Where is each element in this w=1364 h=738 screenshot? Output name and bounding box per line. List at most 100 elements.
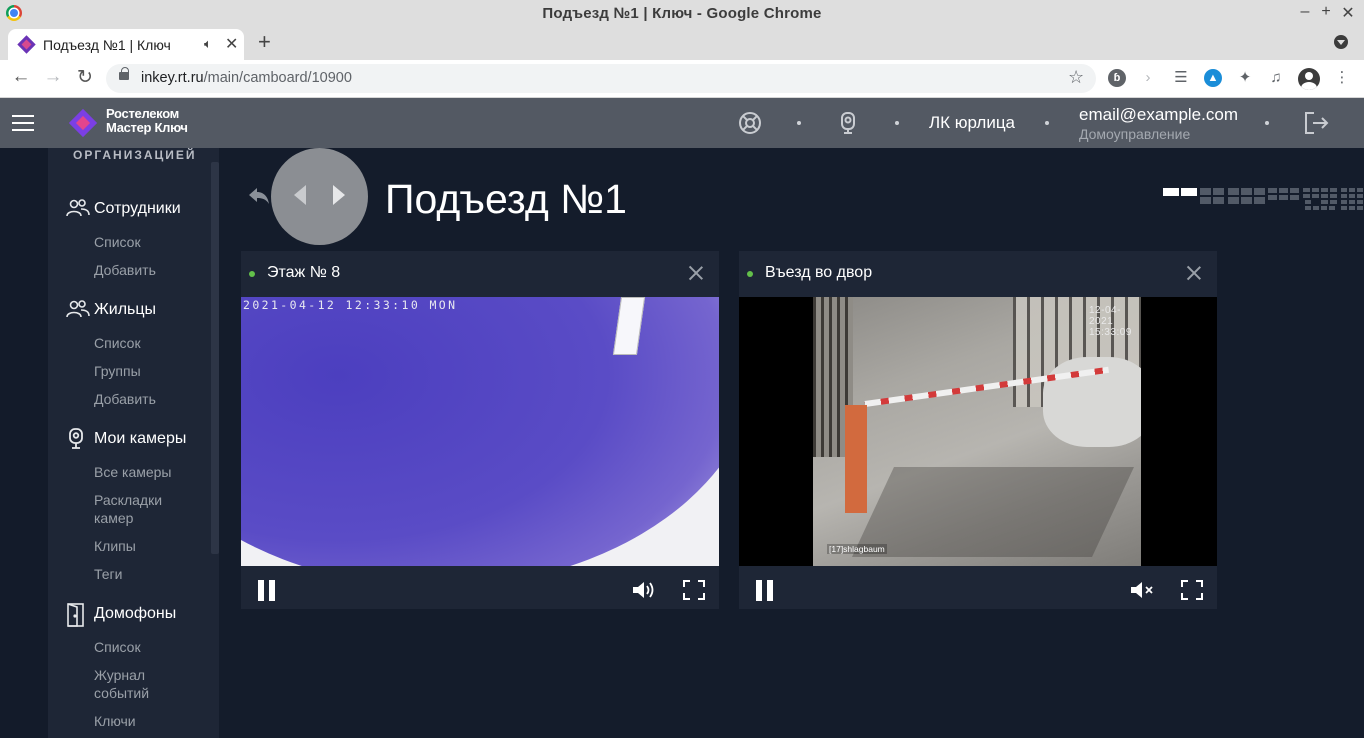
sidebar-item-camera-layouts[interactable]: Раскладки камер <box>94 491 174 527</box>
header-separator-dot <box>895 121 899 125</box>
video-frame: 12-04-2021 15:33:09 [17]shlagbaum <box>739 297 1217 566</box>
logout-icon[interactable] <box>1304 111 1329 135</box>
support-lifebuoy-icon[interactable] <box>738 111 762 135</box>
page-title: Подъезд №1 <box>385 176 627 222</box>
sidebar-heading: ОРГАНИЗАЦИЕЙ <box>73 148 197 162</box>
sidebar-section-label: Жильцы <box>94 301 157 318</box>
camera-controls <box>739 566 1217 609</box>
forward-arrow-icon[interactable]: → <box>42 66 64 88</box>
camera-title: Этаж № 8 <box>267 264 341 281</box>
tab-strip: Подъезд №1 | Ключ 🔈︎ ✕ + <box>0 26 1364 60</box>
new-tab-button[interactable]: + <box>258 29 271 55</box>
sidebar-item-intercoms-list[interactable]: Список <box>94 638 141 656</box>
camera-tile-yard-entrance: Въезд во двор 12-04-2021 15:33:09 [17]sh… <box>739 251 1217 609</box>
pause-icon[interactable] <box>756 580 774 601</box>
hamburger-menu-icon[interactable] <box>12 115 34 131</box>
address-bar[interactable]: inkey.rt.ru/main/camboard/10900 ☆ <box>106 64 1096 93</box>
tab-search-icon[interactable] <box>1334 35 1348 49</box>
people-icon <box>66 299 90 321</box>
video-timestamp: 12-04-2021 15:33:09 <box>1089 305 1132 338</box>
camera-header: Этаж № 8 <box>241 251 719 297</box>
fullscreen-icon[interactable] <box>1181 580 1203 600</box>
extension-arrow-icon[interactable]: › <box>1139 69 1157 87</box>
app-header: Ростелеком Мастер Ключ ЛК юрлица email@e… <box>0 98 1364 148</box>
fullscreen-icon[interactable] <box>683 580 705 600</box>
tab-audio-icon[interactable]: 🔈︎ <box>204 36 212 52</box>
lock-icon <box>119 67 129 80</box>
sidebar-item-clips[interactable]: Клипы <box>94 537 136 555</box>
close-camera-icon[interactable] <box>1186 265 1202 281</box>
sidebar-item-employees-add[interactable]: Добавить <box>94 261 156 279</box>
media-controls-icon[interactable]: ♫ <box>1267 69 1285 87</box>
logo-text[interactable]: Ростелеком Мастер Ключ <box>106 107 188 135</box>
prev-arrow-icon[interactable] <box>294 185 306 205</box>
header-separator-dot <box>1265 121 1269 125</box>
browser-toolbar: ← → ↻ inkey.rt.ru/main/camboard/10900 ☆ … <box>0 60 1364 98</box>
url-text[interactable]: inkey.rt.ru/main/camboard/10900 <box>141 70 352 86</box>
online-status-dot <box>747 271 753 277</box>
volume-muted-icon[interactable] <box>1129 580 1155 600</box>
browser-tab[interactable]: Подъезд №1 | Ключ 🔈︎ ✕ <box>8 29 244 60</box>
camera-title: Въезд во двор <box>765 264 873 281</box>
sidebar-item-residents-groups[interactable]: Группы <box>94 362 141 380</box>
close-window-icon[interactable]: ✕ <box>1339 3 1357 23</box>
camera-controls <box>241 566 719 609</box>
minimize-icon[interactable]: – <box>1296 3 1314 21</box>
favicon-icon <box>17 35 36 54</box>
camera-navigation-control[interactable] <box>271 148 368 245</box>
online-status-dot <box>249 271 255 277</box>
volume-on-icon[interactable] <box>631 580 657 600</box>
header-separator-dot <box>797 121 801 125</box>
sidebar-item-event-log[interactable]: Журнал событий <box>94 666 164 702</box>
bookmark-star-icon[interactable]: ☆ <box>1068 67 1084 88</box>
user-email[interactable]: email@example.com <box>1079 105 1238 125</box>
sidebar-scrollbar[interactable] <box>211 162 219 554</box>
camera-video-stream[interactable]: 12-04-2021 15:33:09 [17]shlagbaum <box>739 297 1217 566</box>
pause-icon[interactable] <box>258 580 276 601</box>
back-reply-icon[interactable] <box>247 186 271 206</box>
video-camera-label: [17]shlagbaum <box>827 544 887 554</box>
chrome-menu-icon[interactable]: ⋮ <box>1333 69 1351 87</box>
user-organization: Домоуправление <box>1079 126 1191 142</box>
people-icon <box>66 198 90 220</box>
sidebar-section-label: Домофоны <box>94 605 177 622</box>
extensions-puzzle-icon[interactable]: ✦ <box>1236 69 1254 87</box>
extension-icon[interactable]: ɓ <box>1108 69 1126 87</box>
tab-title: Подъезд №1 | Ключ <box>43 37 171 53</box>
video-scene: 12-04-2021 15:33:09 [17]shlagbaum <box>813 297 1141 566</box>
sidebar-item-all-cameras[interactable]: Все камеры <box>94 463 172 481</box>
bank-extension-icon[interactable]: ▲ <box>1204 69 1222 87</box>
sidebar-item-employees-list[interactable]: Список <box>94 233 141 251</box>
camera-video-stream[interactable]: 2021-04-12 12:33:10 MON <box>241 297 719 566</box>
reading-list-icon[interactable]: ☰ <box>1172 69 1190 87</box>
barrier-post <box>845 405 867 513</box>
rostelecom-logo-icon[interactable] <box>68 108 98 138</box>
camera-tile-floor-8: Этаж № 8 2021-04-12 12:33:10 MON <box>241 251 719 609</box>
sidebar-item-residents-list[interactable]: Список <box>94 334 141 352</box>
profile-avatar-icon[interactable] <box>1298 68 1320 90</box>
url-path: /main/camboard/10900 <box>203 70 352 86</box>
camera-icon <box>66 428 90 450</box>
video-frame: 2021-04-12 12:33:10 MON <box>241 297 719 566</box>
tab-close-icon[interactable]: ✕ <box>225 34 238 54</box>
window-title: Подъезд №1 | Ключ - Google Chrome <box>542 5 822 22</box>
back-arrow-icon[interactable]: ← <box>10 66 32 88</box>
main-content: Подъезд №1 Этаж № 8 2021-04-12 12:33:10 … <box>219 148 1364 738</box>
logo-line-1: Ростелеком <box>106 106 179 121</box>
next-arrow-icon[interactable] <box>333 185 345 205</box>
logo-line-2: Мастер Ключ <box>106 120 188 135</box>
reload-icon[interactable]: ↻ <box>74 66 96 89</box>
window-titlebar: Подъезд №1 | Ключ - Google Chrome – + ✕ <box>0 0 1364 26</box>
close-camera-icon[interactable] <box>688 265 704 281</box>
sidebar-item-residents-add[interactable]: Добавить <box>94 390 156 408</box>
maximize-icon[interactable]: + <box>1317 3 1335 21</box>
intercom-icon[interactable] <box>836 111 860 135</box>
org-account-link[interactable]: ЛК юрлица <box>929 113 1015 133</box>
sidebar-item-tags[interactable]: Теги <box>94 565 122 583</box>
sidebar-gutter <box>0 148 48 738</box>
camera-header: Въезд во двор <box>739 251 1217 297</box>
sidebar-section-label: Сотрудники <box>94 200 181 217</box>
sidebar-item-keys[interactable]: Ключи <box>94 712 136 730</box>
sidebar: ОРГАНИЗАЦИЕЙ Сотрудники Список Добавить … <box>48 148 219 738</box>
header-separator-dot <box>1045 121 1049 125</box>
